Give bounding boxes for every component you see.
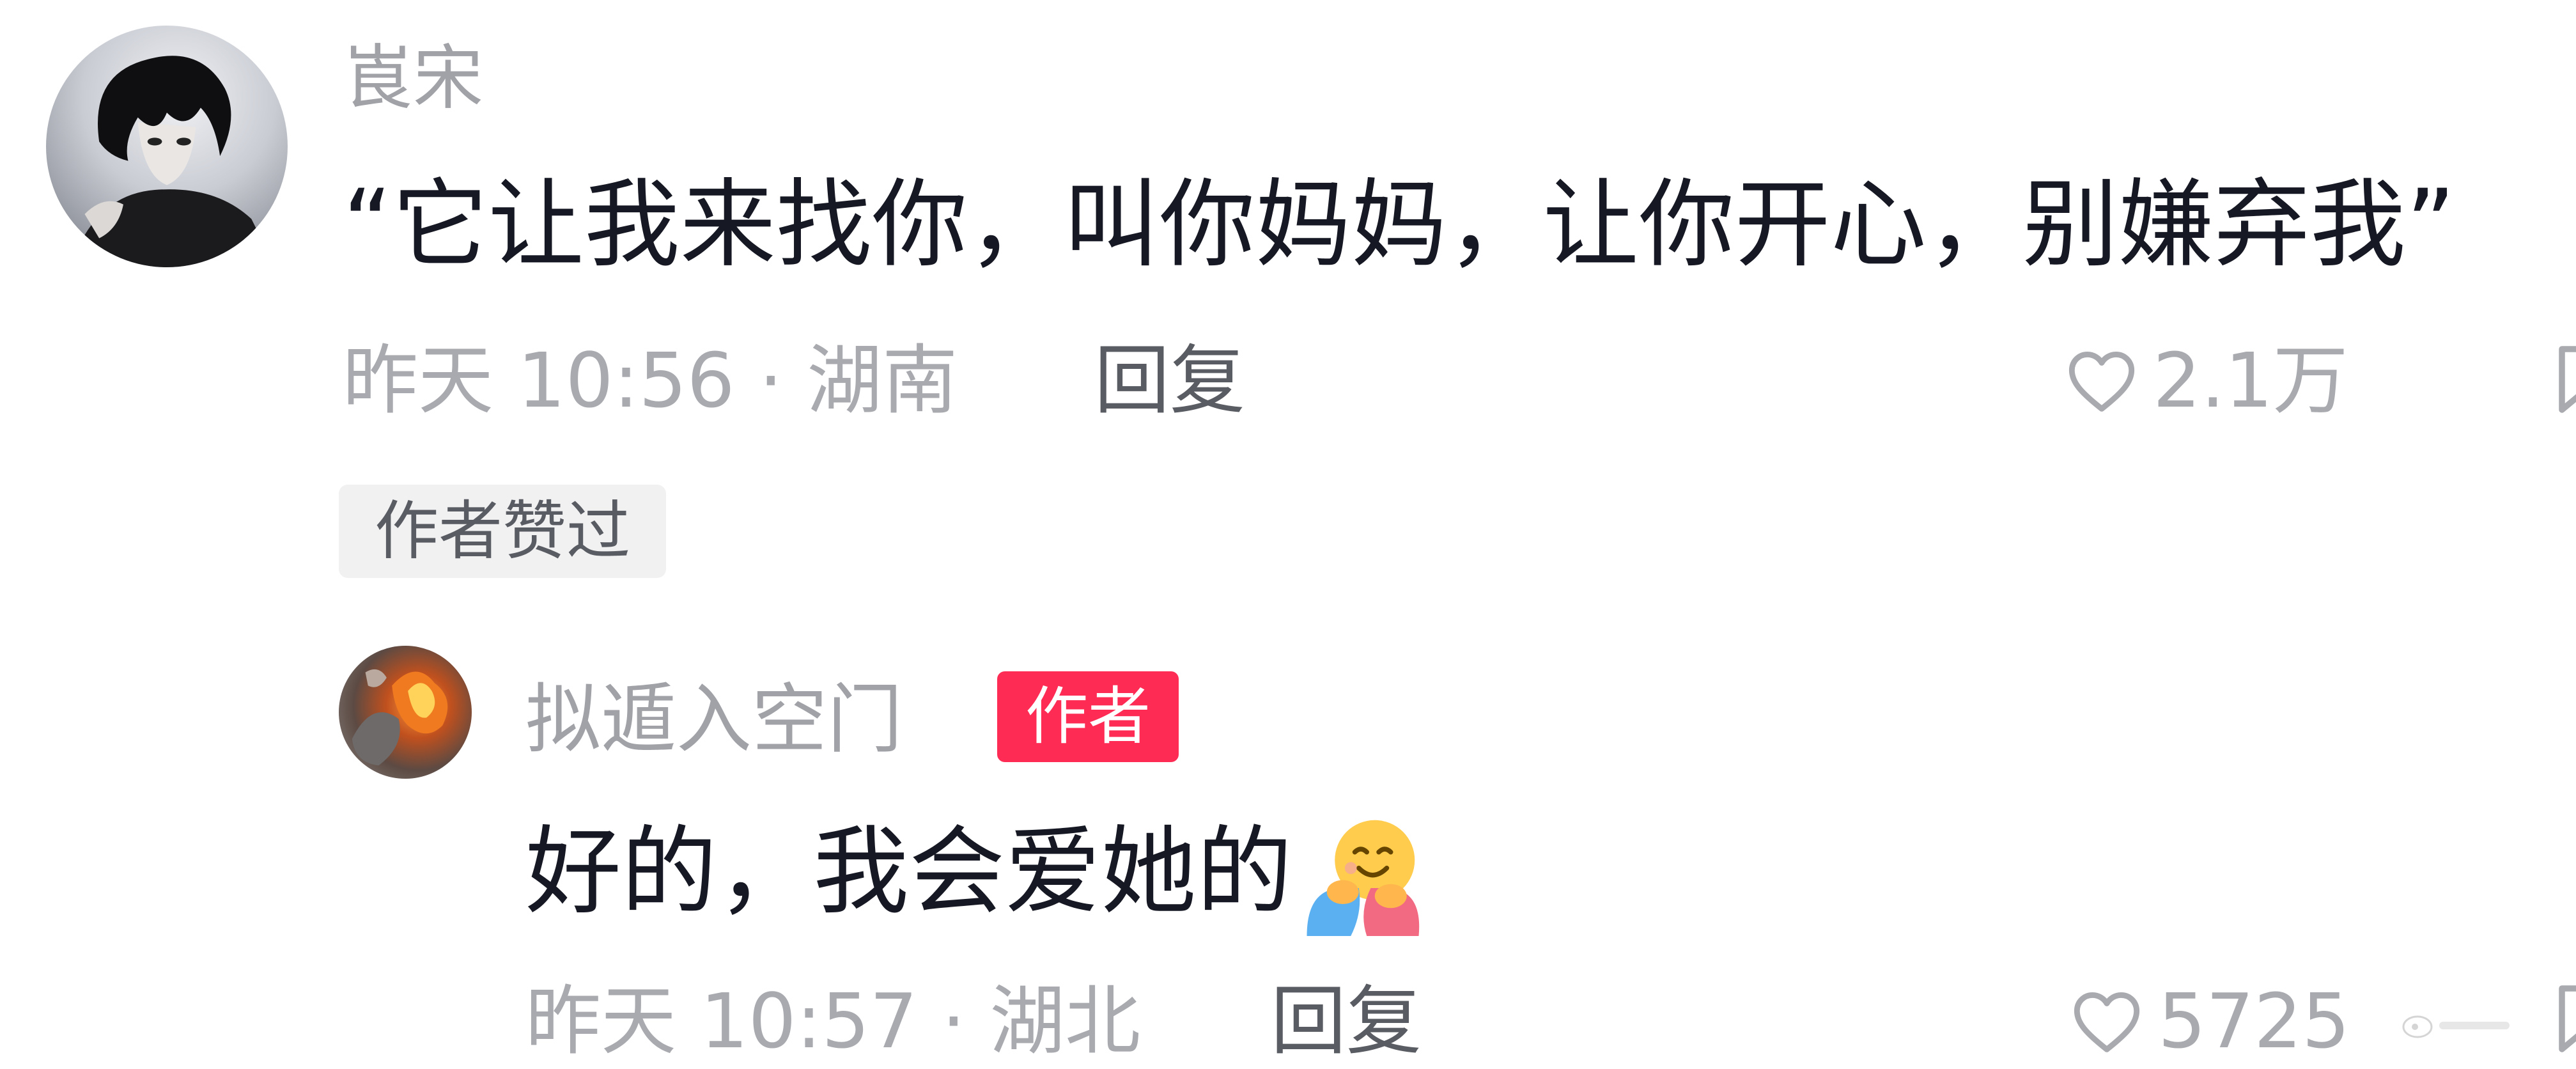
author-liked-badge: 作者赞过	[339, 485, 666, 578]
heart-outline-icon	[2066, 347, 2138, 414]
fire-cat-avatar-icon	[352, 669, 448, 766]
username[interactable]: 崀宋	[343, 33, 483, 123]
comment-meta: 昨天 10:57 · 湖北	[525, 977, 1141, 1065]
hugging-face-emoji-icon	[1299, 808, 1427, 936]
like-count: 5725	[2158, 977, 2350, 1065]
comment-text-row: 好的，我会爱她的	[525, 808, 1427, 936]
comment-icon[interactable]	[2549, 343, 2576, 419]
like-button[interactable]: 5725	[2071, 973, 2350, 1069]
comment-text: 好的，我会爱她的	[525, 816, 1293, 928]
author-badge: 作者	[997, 671, 1179, 762]
comment-icon[interactable]	[2549, 982, 2576, 1059]
avatar[interactable]	[339, 646, 472, 779]
reply-button[interactable]: 回复	[1271, 973, 1422, 1069]
heart-outline-icon	[2071, 988, 2143, 1054]
reply-button[interactable]: 回复	[1094, 332, 1245, 428]
anime-boy-avatar-icon	[70, 56, 276, 267]
username[interactable]: 拟遁入空门	[525, 671, 903, 767]
like-count: 2.1万	[2153, 336, 2348, 425]
watermark-logo	[2401, 1010, 2516, 1040]
like-button[interactable]: 2.1万	[2066, 332, 2348, 428]
comment-meta: 昨天 10:56 · 湖南	[343, 336, 958, 425]
comment-text: “它让我来找你，叫你妈妈，让你开心，别嫌弃我”	[343, 169, 2456, 281]
avatar[interactable]	[46, 26, 288, 267]
